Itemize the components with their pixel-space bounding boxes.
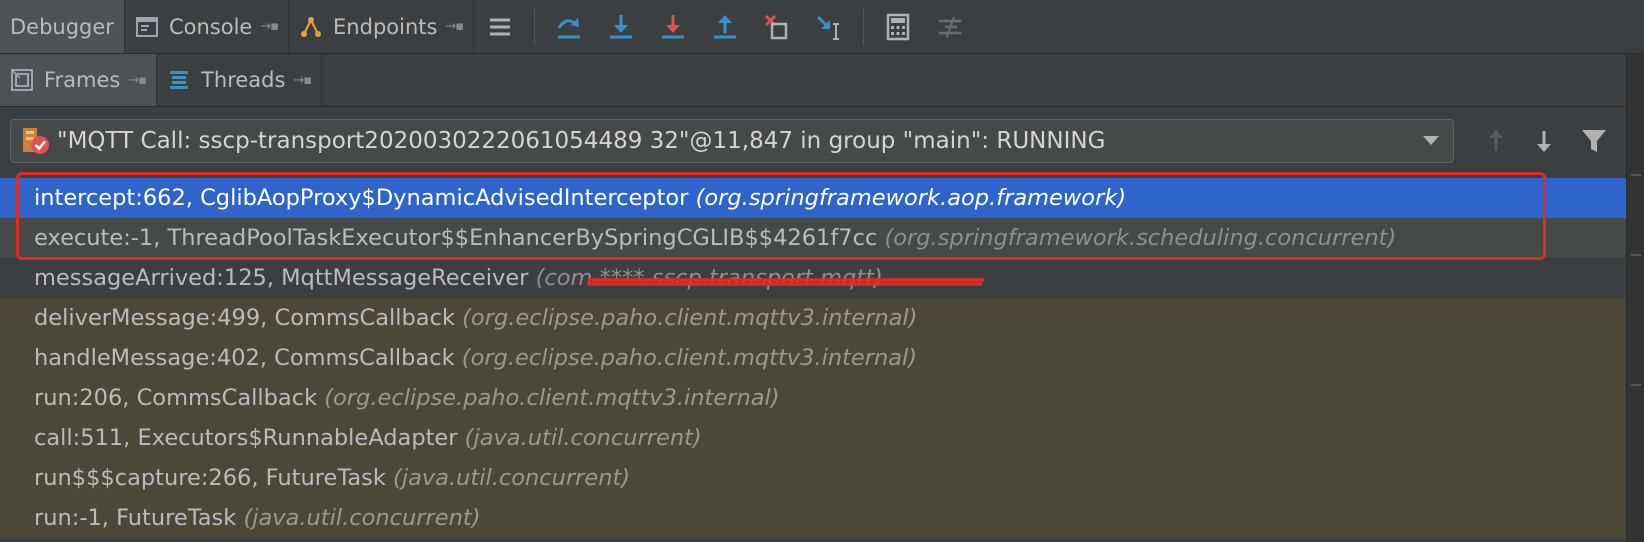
step-into-icon[interactable] xyxy=(599,5,643,49)
frame-package: (java.util.concurrent) xyxy=(464,425,702,451)
frame-row[interactable]: intercept:662, CglibAopProxy$DynamicAdvi… xyxy=(0,178,1626,218)
frame-method: run:-1, FutureTask xyxy=(34,505,237,531)
thread-selector-row: "MQTT Call: sscp-transport20200302220610… xyxy=(0,107,1644,177)
force-step-into-icon[interactable] xyxy=(651,5,695,49)
frame-row[interactable]: execute:-1, ThreadPoolTaskExecutor$$Enha… xyxy=(0,218,1626,258)
frame-method: run$$$capture:266, FutureTask xyxy=(34,465,386,491)
step-out-icon[interactable] xyxy=(703,5,747,49)
frame-package: (org.springframework.scheduling.concurre… xyxy=(884,225,1397,251)
threads-icon xyxy=(167,68,191,92)
filter-icon[interactable] xyxy=(1576,123,1612,159)
frame-package: (org.eclipse.paho.client.mqttv3.internal… xyxy=(462,305,918,331)
right-gutter xyxy=(1626,54,1644,542)
frame-row[interactable]: run:206, CommsCallback (org.eclipse.paho… xyxy=(0,378,1626,418)
pin-icon[interactable]: →▪ xyxy=(293,73,312,88)
evaluate-expression-icon[interactable] xyxy=(876,5,920,49)
frame-row[interactable]: messageArrived:125, MqttMessageReceiver … xyxy=(0,258,1626,298)
frame-method: intercept:662, CglibAopProxy$DynamicAdvi… xyxy=(34,185,689,211)
frame-package: (org.springframework.aop.framework) xyxy=(695,185,1127,211)
frames-icon xyxy=(10,68,34,92)
frame-method: run:206, CommsCallback xyxy=(34,385,318,411)
frame-method: execute:-1, ThreadPoolTaskExecutor$$Enha… xyxy=(34,225,878,251)
frame-package: (com.****.sscp.transport.mqtt) xyxy=(535,265,883,291)
frames-list: intercept:662, CglibAopProxy$DynamicAdvi… xyxy=(0,178,1626,542)
tab-frames[interactable]: Frames →▪ xyxy=(0,54,158,106)
endpoints-icon xyxy=(299,15,323,39)
tab-console-label: Console xyxy=(168,14,253,39)
frame-row[interactable]: handleMessage:402, CommsCallback (org.ec… xyxy=(0,338,1626,378)
frame-method: call:511, Executors$RunnableAdapter xyxy=(34,425,458,451)
pin-icon[interactable]: →▪ xyxy=(445,19,464,34)
pin-icon[interactable]: →▪ xyxy=(260,19,279,34)
tab-endpoints[interactable]: Endpoints →▪ xyxy=(289,0,475,53)
frame-method: deliverMessage:499, CommsCallback xyxy=(34,305,455,331)
tab-console[interactable]: Console →▪ xyxy=(125,0,290,53)
frame-row[interactable]: run$$$capture:266, FutureTask (java.util… xyxy=(0,458,1626,498)
console-icon xyxy=(135,15,159,39)
frame-row[interactable]: call:511, Executors$RunnableAdapter (jav… xyxy=(0,418,1626,458)
tab-endpoints-label: Endpoints xyxy=(333,14,438,39)
next-frame-icon[interactable] xyxy=(1526,123,1562,159)
tab-threads-label: Threads xyxy=(201,68,286,92)
toolbar-separator xyxy=(863,8,865,45)
tab-threads[interactable]: Threads →▪ xyxy=(157,54,323,106)
previous-frame-icon[interactable] xyxy=(1478,123,1514,159)
frame-row[interactable]: deliverMessage:499, CommsCallback (org.e… xyxy=(0,298,1626,338)
run-to-cursor-icon[interactable] xyxy=(807,5,851,49)
frame-package: (java.util.concurrent) xyxy=(393,465,631,491)
frame-package: (org.eclipse.paho.client.mqttv3.internal… xyxy=(461,345,918,371)
frame-method: handleMessage:402, CommsCallback xyxy=(34,345,455,371)
tab-debugger-label: Debugger xyxy=(10,14,114,39)
frame-package: (java.util.concurrent) xyxy=(243,505,481,531)
thread-dropdown[interactable]: "MQTT Call: sscp-transport20200302220610… xyxy=(10,119,1454,163)
thread-label: "MQTT Call: sscp-transport20200302220610… xyxy=(57,128,1106,154)
frame-row[interactable]: run:-1, FutureTask (java.util.concurrent… xyxy=(0,498,1626,538)
chevron-down-icon[interactable] xyxy=(1421,130,1441,150)
gutter-mark xyxy=(1631,174,1641,176)
show-execution-point-icon[interactable] xyxy=(478,5,522,49)
drop-frame-icon[interactable] xyxy=(755,5,799,49)
gutter-mark xyxy=(1631,384,1641,386)
frame-package: (org.eclipse.paho.client.mqttv3.internal… xyxy=(324,385,780,411)
frame-method: messageArrived:125, MqttMessageReceiver xyxy=(34,265,529,291)
pin-icon[interactable]: →▪ xyxy=(128,73,147,88)
tab-frames-label: Frames xyxy=(44,68,121,92)
toolbar-separator xyxy=(534,8,536,45)
frames-threads-tabbar: Frames →▪ Threads →▪ xyxy=(0,54,1644,107)
debug-toolbar: Debugger Console →▪ Endpoints →▪ xyxy=(0,0,1644,54)
step-over-icon[interactable] xyxy=(547,5,591,49)
tab-debugger[interactable]: Debugger xyxy=(0,0,125,53)
gutter-mark xyxy=(1631,254,1641,256)
thread-running-icon xyxy=(19,125,51,157)
trace-current-stream-icon[interactable] xyxy=(928,5,972,49)
